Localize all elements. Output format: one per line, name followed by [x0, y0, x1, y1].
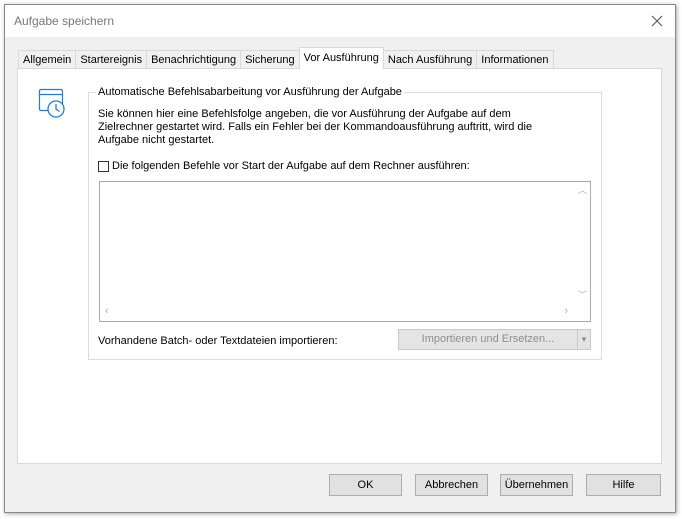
- tab-benachrichtigung[interactable]: Benachrichtigung: [146, 50, 242, 69]
- import-split-button[interactable]: Importieren und Ersetzen... ▼: [398, 329, 591, 350]
- apply-button[interactable]: Übernehmen: [500, 474, 573, 496]
- ok-button[interactable]: OK: [329, 474, 402, 496]
- chevron-down-icon[interactable]: ▼: [577, 330, 590, 349]
- description-text: Sie können hier eine Befehlsfolge angebe…: [98, 108, 533, 146]
- close-icon[interactable]: [647, 11, 667, 31]
- run-commands-option[interactable]: Die folgenden Befehle vor Start der Aufg…: [98, 160, 470, 172]
- scroll-up-icon[interactable]: ︿: [578, 186, 587, 195]
- tab-strip: Allgemein Startereignis Benachrichtigung…: [18, 47, 554, 69]
- scroll-left-icon[interactable]: ‹: [105, 306, 109, 317]
- scroll-down-icon[interactable]: ﹀: [578, 291, 587, 300]
- run-commands-label: Die folgenden Befehle vor Start der Aufg…: [112, 160, 470, 172]
- tab-startereignis[interactable]: Startereignis: [75, 50, 148, 69]
- tab-vor-ausfuehrung[interactable]: Vor Ausführung: [298, 47, 384, 69]
- help-button[interactable]: Hilfe: [586, 474, 661, 496]
- tab-panel-vor-ausfuehrung: Automatische Befehlsabarbeitung vor Ausf…: [17, 68, 662, 464]
- window-title: Aufgabe speichern: [14, 14, 115, 28]
- commands-textarea[interactable]: ︿ ﹀ ‹ ›: [99, 181, 591, 322]
- cancel-button[interactable]: Abbrechen: [415, 474, 488, 496]
- save-task-dialog: Aufgabe speichern Allgemein Startereigni…: [4, 4, 676, 513]
- vertical-scrollbar[interactable]: ︿ ﹀: [573, 182, 590, 304]
- import-label: Vorhandene Batch- oder Textdateien impor…: [98, 335, 338, 347]
- tab-sicherung[interactable]: Sicherung: [240, 50, 300, 69]
- before-execution-group: Automatische Befehlsabarbeitung vor Ausf…: [88, 86, 602, 360]
- run-commands-checkbox[interactable]: [98, 160, 109, 172]
- horizontal-scrollbar[interactable]: ‹ ›: [100, 304, 573, 321]
- calendar-clock-icon: [38, 88, 68, 120]
- scroll-right-icon[interactable]: ›: [564, 306, 568, 317]
- group-legend: Automatische Befehlsabarbeitung vor Ausf…: [96, 86, 404, 98]
- import-replace-button[interactable]: Importieren und Ersetzen...: [399, 330, 577, 349]
- tab-allgemein[interactable]: Allgemein: [18, 50, 77, 69]
- tab-nach-ausfuehrung[interactable]: Nach Ausführung: [382, 50, 478, 69]
- tab-informationen[interactable]: Informationen: [476, 50, 554, 69]
- title-bar: Aufgabe speichern: [5, 5, 675, 37]
